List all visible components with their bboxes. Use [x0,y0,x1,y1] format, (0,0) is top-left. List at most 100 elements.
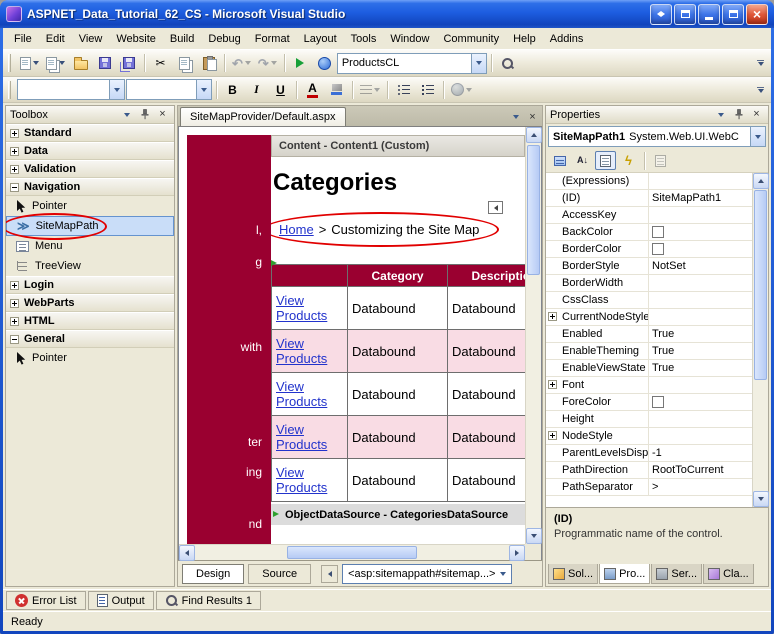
font-name-combo[interactable] [17,79,125,100]
combo-dropdown-button[interactable] [750,127,765,146]
menu-item-view[interactable]: View [72,30,110,48]
find-in-files-button[interactable] [496,52,519,74]
toolbox-section-general[interactable]: General [6,330,174,348]
expand-icon[interactable] [548,380,557,389]
menu-item-build[interactable]: Build [163,30,201,48]
alphabetical-button[interactable]: A↓ [572,151,593,170]
property-row[interactable]: AccessKey [546,207,752,224]
copy-button[interactable] [173,52,196,74]
property-row[interactable]: BorderStyleNotSet [546,258,752,275]
menu-item-addins[interactable]: Addins [543,30,591,48]
menu-item-window[interactable]: Window [383,30,436,48]
underline-button[interactable]: U [269,79,292,101]
scroll-up-button[interactable] [753,173,769,189]
toolbox-section-html[interactable]: HTML [6,312,174,330]
open-file-button[interactable] [69,52,92,74]
breadcrumb-home-link[interactable]: Home [279,222,314,237]
cut-button[interactable]: ✂ [149,52,172,74]
gridview-control[interactable]: Category Description View Products Datab… [271,264,525,502]
property-row[interactable]: Font [546,377,752,394]
object-dropdown[interactable]: SiteMapPath1System.Web.UI.WebC [548,126,766,147]
window-menu-button[interactable] [713,108,728,122]
toolbar-options-button[interactable] [754,60,767,66]
property-row[interactable]: NodeStyle [546,428,752,445]
titlebar-arrows-button[interactable] [650,4,672,25]
tab-output[interactable]: Output [88,591,154,610]
toolbox-section-standard[interactable]: Standard [6,124,174,142]
toolbox-item-pointer[interactable]: Pointer [6,196,174,216]
scroll-down-button[interactable] [753,491,769,507]
view-products-link[interactable]: View Products [276,422,327,452]
toolbox-section-validation[interactable]: Validation [6,160,174,178]
active-files-dropdown-button[interactable] [508,110,523,124]
combo-dropdown-button[interactable] [471,54,486,73]
scroll-thumb[interactable] [527,145,540,275]
property-pages-button[interactable] [650,151,671,170]
menu-item-edit[interactable]: Edit [39,30,72,48]
scroll-thumb[interactable] [754,190,767,380]
toolbar-combo[interactable]: ProductsCL [337,53,487,74]
save-all-button[interactable] [117,52,140,74]
save-button[interactable] [93,52,116,74]
toolbar-grip[interactable] [8,54,11,72]
start-debug-button[interactable] [289,52,312,74]
plus-icon[interactable] [10,317,19,326]
events-button[interactable]: ϟ [618,151,639,170]
toolbox-item-pointer-general[interactable]: Pointer [6,348,174,368]
property-row[interactable]: EnabledTrue [546,326,752,343]
property-row[interactable]: ForeColor [546,394,752,411]
toolbox-item-treeview[interactable]: TreeView [6,256,174,276]
minimize-button[interactable] [698,4,720,25]
panel-close-button[interactable]: × [749,108,764,122]
minus-icon[interactable] [10,183,19,192]
property-row[interactable]: PathSeparator> [546,479,752,496]
scroll-right-button[interactable] [509,545,525,561]
close-document-button[interactable]: × [525,110,540,124]
expand-icon[interactable] [548,431,557,440]
tag-navigator-back-button[interactable] [321,565,338,583]
new-file-button[interactable] [17,52,42,74]
property-row[interactable]: (ID)SiteMapPath1 [546,190,752,207]
toolbox-section-webparts[interactable]: WebParts [6,294,174,312]
paste-button[interactable] [197,52,220,74]
plus-icon[interactable] [10,129,19,138]
font-color-button[interactable]: A [301,79,324,101]
property-row[interactable]: CurrentNodeStyle [546,309,752,326]
alignment-button[interactable] [357,79,383,101]
tab-server-explorer[interactable]: Ser... [651,564,702,584]
menu-item-layout[interactable]: Layout [297,30,344,48]
toolbox-section-navigation[interactable]: Navigation [6,178,174,196]
maximize-button[interactable] [722,4,744,25]
property-row[interactable]: ParentLevelsDispl-1 [546,445,752,462]
sitemappath-control[interactable]: Home>Customizing the Site Map [273,219,485,240]
menu-item-tools[interactable]: Tools [344,30,384,48]
bullet-list-button[interactable] [392,79,415,101]
toolbox-item-sitemappath[interactable]: ≫ SiteMapPath [6,216,174,236]
scroll-thumb[interactable] [287,546,417,559]
hyperlink-button[interactable] [448,79,475,101]
plus-icon[interactable] [10,165,19,174]
font-size-combo[interactable] [126,79,212,100]
scroll-left-button[interactable] [179,545,195,561]
menu-item-community[interactable]: Community [436,30,506,48]
menu-item-website[interactable]: Website [109,30,163,48]
toolbox-section-data[interactable]: Data [6,142,174,160]
add-item-button[interactable] [43,52,68,74]
close-button[interactable]: × [746,4,768,25]
panel-close-button[interactable]: × [155,108,170,122]
plus-icon[interactable] [10,299,19,308]
tab-class-view[interactable]: Cla... [703,564,754,584]
menu-item-debug[interactable]: Debug [201,30,247,48]
toolbox-item-menu[interactable]: Menu [6,236,174,256]
objectdatasource-control[interactable]: ObjectDataSource - CategoriesDataSource [271,504,525,525]
redo-button[interactable]: ↷ [255,52,280,74]
property-row[interactable]: CssClass [546,292,752,309]
menu-item-help[interactable]: Help [506,30,543,48]
current-tag-button[interactable]: <asp:sitemappath#sitemap...> [342,564,512,584]
property-row[interactable]: BorderColor [546,241,752,258]
menu-item-format[interactable]: Format [248,30,297,48]
auto-hide-pin-button[interactable] [731,108,746,122]
toolbox-section-login[interactable]: Login [6,276,174,294]
titlebar-window-button[interactable] [674,4,696,25]
window-menu-button[interactable] [119,108,134,122]
